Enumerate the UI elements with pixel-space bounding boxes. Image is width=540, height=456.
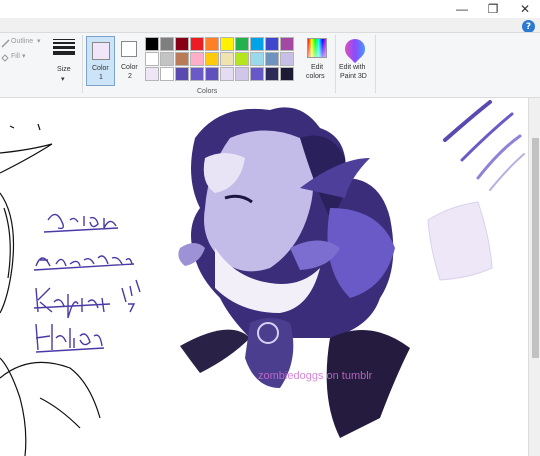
- palette-swatch[interactable]: [145, 37, 159, 51]
- fill-label: Fill: [11, 53, 20, 60]
- color-blot: [427, 201, 493, 281]
- brush-strokes: [443, 100, 525, 191]
- color1-number: 1: [99, 74, 103, 81]
- palette-swatch[interactable]: [175, 52, 189, 66]
- paint-window: — ❐ ✕ ? Outline ▾ Fill ▾ Size ▾ Color 1 …: [0, 0, 540, 456]
- canvas-drawing: [0, 100, 525, 456]
- palette-swatch[interactable]: [235, 67, 249, 81]
- divider: [375, 35, 376, 93]
- maximize-button[interactable]: ❐: [478, 0, 508, 18]
- chevron-down-icon: ▾: [61, 76, 65, 83]
- color1-swatch: [92, 42, 110, 60]
- palette-swatch[interactable]: [160, 67, 174, 81]
- color-palette: [145, 37, 294, 81]
- workspace: zombiedoggs on tumblr: [0, 98, 540, 456]
- palette-swatch[interactable]: [250, 67, 264, 81]
- edit-with-paint3d-button[interactable]: Edit with Paint 3D: [337, 33, 373, 89]
- line-size-icon: [53, 39, 75, 59]
- palette-swatch[interactable]: [280, 37, 294, 51]
- paint3d-label-2: Paint 3D: [340, 73, 367, 80]
- color-spectrum-icon: [307, 38, 327, 58]
- outline-dropdown[interactable]: Outline ▾: [0, 37, 44, 49]
- divider: [335, 35, 336, 93]
- minimize-icon: —: [456, 2, 468, 16]
- color2-number: 2: [128, 73, 132, 80]
- drawing-canvas[interactable]: zombiedoggs on tumblr: [0, 98, 528, 456]
- left-sketch: [0, 123, 101, 456]
- close-button[interactable]: ✕: [510, 0, 540, 18]
- palette-swatch[interactable]: [280, 52, 294, 66]
- paint3d-label: Edit with: [339, 64, 366, 71]
- outline-icon: [1, 39, 10, 48]
- color2-swatch: [121, 41, 137, 57]
- palette-swatch[interactable]: [190, 52, 204, 66]
- palette-swatch[interactable]: [160, 37, 174, 51]
- palette-swatch[interactable]: [250, 37, 264, 51]
- help-icon: ?: [525, 21, 532, 32]
- paint3d-icon: [340, 34, 370, 64]
- palette-swatch[interactable]: [220, 52, 234, 66]
- character-illustration: [178, 107, 410, 438]
- color2-label: Color: [121, 64, 138, 71]
- color1-button[interactable]: Color 1: [86, 36, 115, 86]
- palette-swatch[interactable]: [145, 67, 159, 81]
- palette-swatch[interactable]: [220, 37, 234, 51]
- chevron-down-icon: ▾: [22, 53, 26, 60]
- palette-swatch[interactable]: [265, 67, 279, 81]
- palette-swatch[interactable]: [175, 67, 189, 81]
- edit-colors-label: Edit: [311, 64, 324, 71]
- palette-swatch[interactable]: [160, 52, 174, 66]
- color2-button[interactable]: Color 2: [118, 36, 142, 86]
- palette-swatch[interactable]: [190, 67, 204, 81]
- palette-swatch[interactable]: [235, 37, 249, 51]
- edit-colors-button[interactable]: Edit colors: [300, 33, 334, 89]
- ribbon: Outline ▾ Fill ▾ Size ▾ Color 1 Color 2 …: [0, 32, 540, 98]
- close-icon: ✕: [519, 2, 531, 16]
- palette-swatch[interactable]: [265, 52, 279, 66]
- fill-dropdown[interactable]: Fill ▾: [0, 52, 30, 64]
- chevron-down-icon: ▾: [37, 38, 41, 45]
- watermark-text: zombiedoggs on tumblr: [258, 370, 373, 382]
- divider: [82, 35, 83, 93]
- palette-swatch[interactable]: [265, 37, 279, 51]
- minimize-button[interactable]: —: [447, 0, 477, 18]
- colors-group-label: Colors: [197, 88, 218, 95]
- outline-label: Outline: [11, 38, 34, 45]
- color1-label: Color: [92, 65, 109, 72]
- title-bar: — ❐ ✕: [0, 0, 540, 18]
- palette-swatch[interactable]: [175, 37, 189, 51]
- size-label: Size: [57, 66, 71, 73]
- palette-swatch[interactable]: [280, 67, 294, 81]
- edit-colors-label-2: colors: [306, 73, 325, 80]
- palette-swatch[interactable]: [220, 67, 234, 81]
- palette-swatch[interactable]: [145, 52, 159, 66]
- vertical-scrollbar[interactable]: [528, 98, 540, 456]
- palette-swatch[interactable]: [190, 37, 204, 51]
- restore-icon: ❐: [487, 2, 499, 16]
- palette-swatch[interactable]: [205, 67, 219, 81]
- handwritten-names: [33, 213, 141, 353]
- palette-swatch[interactable]: [250, 52, 264, 66]
- fill-bucket-icon: [1, 54, 9, 62]
- palette-swatch[interactable]: [205, 52, 219, 66]
- palette-swatch[interactable]: [235, 52, 249, 66]
- palette-swatch[interactable]: [205, 37, 219, 51]
- size-button[interactable]: Size ▾: [48, 35, 80, 87]
- scrollbar-thumb[interactable]: [532, 138, 539, 358]
